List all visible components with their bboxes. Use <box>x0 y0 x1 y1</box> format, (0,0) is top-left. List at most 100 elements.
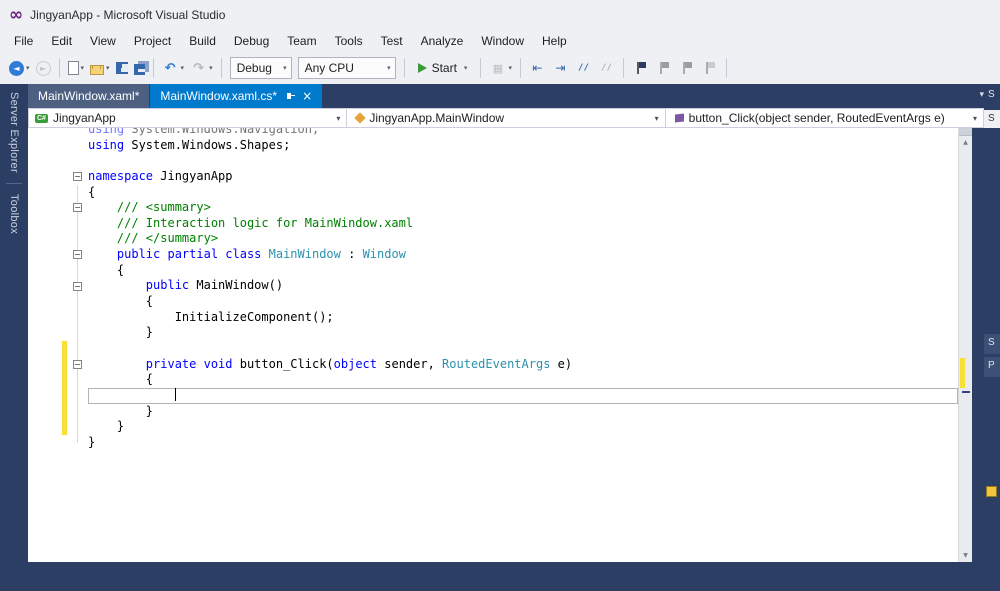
menu-item-view[interactable]: View <box>81 31 125 51</box>
code-line-17[interactable]: { <box>88 372 958 388</box>
code-area[interactable]: using System.Windows.Navigation; using Sy… <box>88 128 958 450</box>
tab-bar: MainWindow.xaml* MainWindow.xaml.cs* × ▾ <box>28 84 1000 108</box>
right-panel-fragment[interactable]: S <box>984 110 1000 128</box>
code-line-15[interactable] <box>88 341 958 357</box>
bookmark-next-icon <box>678 60 695 76</box>
splitter-handle[interactable] <box>959 128 972 136</box>
code-line-12[interactable]: { <box>88 294 958 310</box>
comment-button[interactable]: // <box>573 58 594 78</box>
changed-lines-bar <box>62 388 67 404</box>
code-line-19[interactable]: } <box>88 404 958 420</box>
fold-collapse-box[interactable]: − <box>73 171 82 181</box>
right-panel-title-fragment[interactable]: S <box>988 89 995 100</box>
toolbar-separator <box>480 58 482 78</box>
code-line-8[interactable]: /// </summary> <box>88 231 958 247</box>
solution-configurations-combo[interactable]: Debug ▾ <box>229 57 292 79</box>
chevron-down-icon: ▾ <box>106 64 110 72</box>
code-line-7[interactable]: /// Interaction logic for MainWindow.xam… <box>88 216 958 232</box>
code-line-16[interactable]: private void button_Click(object sender,… <box>88 357 958 373</box>
solution-explorer-autohide-tab[interactable]: S <box>984 334 1000 354</box>
toolbar-separator <box>403 58 405 78</box>
chevron-down-icon: ▾ <box>80 64 85 72</box>
tool-window-icon[interactable] <box>986 486 997 497</box>
code-line-6[interactable]: /// <summary> <box>88 200 958 216</box>
toolbox-tab[interactable]: Toolbox <box>8 186 20 242</box>
toolbar-separator <box>725 58 727 78</box>
code-line-2[interactable]: using System.Windows.Shapes; <box>88 138 958 154</box>
code-line-3[interactable] <box>88 153 958 169</box>
tab-label: MainWindow.xaml* <box>38 89 140 103</box>
save-all-icon <box>133 64 145 75</box>
undo-button[interactable]: ↶ ▾ <box>160 58 187 78</box>
intellisense-button[interactable]: ▦ ▾ <box>487 58 514 78</box>
menu-item-tools[interactable]: Tools <box>326 31 372 51</box>
scroll-down-arrow-icon[interactable]: ▼ <box>959 549 972 562</box>
bookmark-prev-button[interactable] <box>653 58 674 78</box>
start-label: Start <box>431 61 457 75</box>
close-icon[interactable]: × <box>302 89 312 103</box>
save-button[interactable] <box>114 60 130 76</box>
code-line-9[interactable]: public partial class MainWindow : Window <box>88 247 958 263</box>
menu-item-file[interactable]: File <box>5 31 42 51</box>
type-dropdown[interactable]: JingyanApp.MainWindow ▾ <box>347 109 666 127</box>
code-line-10[interactable]: { <box>88 263 958 279</box>
redo-icon: ↷ <box>193 60 205 76</box>
toolbar-separator <box>622 58 624 78</box>
bookmark-toggle-icon <box>632 60 649 76</box>
fold-collapse-box[interactable]: − <box>73 359 82 369</box>
code-line-1[interactable]: using System.Windows.Navigation; <box>88 128 958 138</box>
vertical-scrollbar[interactable]: ▲ ▼ <box>958 128 972 562</box>
menu-item-edit[interactable]: Edit <box>42 31 81 51</box>
pin-icon[interactable] <box>285 91 296 102</box>
code-line-18[interactable] <box>88 387 958 404</box>
bookmark-clear-button[interactable] <box>699 58 720 78</box>
solution-platforms-combo[interactable]: Any CPU ▾ <box>297 57 396 79</box>
redo-button[interactable]: ↷ ▾ <box>188 58 215 78</box>
server-explorer-tab[interactable]: Server Explorer <box>8 84 20 181</box>
code-line-14[interactable]: } <box>88 325 958 341</box>
fold-collapse-box[interactable]: − <box>73 250 82 260</box>
member-dropdown[interactable]: button_Click(object sender, RoutedEventA… <box>666 109 983 127</box>
divider <box>6 182 22 184</box>
open-file-button[interactable]: ▾ <box>88 59 112 77</box>
navigate-back-button[interactable]: ◄ ▾ <box>7 59 32 78</box>
code-line-13[interactable]: InitializeComponent(); <box>88 310 958 326</box>
menu-item-project[interactable]: Project <box>125 31 180 51</box>
menu-item-team[interactable]: Team <box>278 31 325 51</box>
uncomment-button[interactable]: // <box>596 58 617 78</box>
comment-icon: // <box>578 63 589 73</box>
menu-item-build[interactable]: Build <box>180 31 225 51</box>
changed-lines-bar <box>62 356 67 373</box>
chevron-down-icon: ▾ <box>283 64 287 72</box>
project-dropdown[interactable]: C# JingyanApp ▾ <box>29 109 348 127</box>
menu-item-debug[interactable]: Debug <box>225 31 278 51</box>
menu-item-window[interactable]: Window <box>472 31 533 51</box>
bookmark-next-button[interactable] <box>676 58 697 78</box>
code-line-11[interactable]: public MainWindow() <box>88 278 958 294</box>
document-tab-mainwindow-xaml-cs-[interactable]: MainWindow.xaml.cs* × <box>150 84 323 108</box>
save-all-button[interactable] <box>132 59 147 77</box>
visual-studio-logo-icon: ∞ <box>9 5 24 25</box>
chevron-down-icon: ▾ <box>209 64 213 72</box>
menu-item-test[interactable]: Test <box>372 31 412 51</box>
code-line-4[interactable]: namespace JingyanApp <box>88 169 958 185</box>
scroll-up-arrow-icon[interactable]: ▲ <box>959 136 972 149</box>
new-file-button[interactable]: ▾ <box>66 59 87 77</box>
scrollbar-caret-mark <box>962 391 970 393</box>
document-tab-mainwindow-xaml-[interactable]: MainWindow.xaml* <box>28 84 150 108</box>
start-debug-button[interactable]: Start ▾ <box>411 59 475 77</box>
toolbar: ◄ ▾ ► ▾ ▾ ↶ ▾ ↷ ▾ Debug ▾ Any CPU ▾ Start ▾ ▦ ▾ ⇤ ⇥//// <box>0 52 1000 84</box>
code-line-21[interactable]: } <box>88 435 958 451</box>
indent-decrease-button[interactable]: ⇤ <box>527 58 548 78</box>
code-editor[interactable]: − − − − − using System.Windows.Navigation; us… <box>28 128 972 562</box>
menu-item-help[interactable]: Help <box>533 31 576 51</box>
fold-collapse-box[interactable]: − <box>73 281 82 291</box>
navigate-forward-button[interactable]: ► <box>34 59 53 78</box>
code-line-20[interactable]: } <box>88 419 958 435</box>
properties-autohide-tab[interactable]: P <box>984 357 1000 377</box>
indent-increase-button[interactable]: ⇥ <box>550 58 571 78</box>
bookmark-toggle-button[interactable] <box>630 58 651 78</box>
menu-item-analyze[interactable]: Analyze <box>412 31 473 51</box>
code-line-5[interactable]: { <box>88 185 958 201</box>
fold-collapse-box[interactable]: − <box>73 203 82 213</box>
